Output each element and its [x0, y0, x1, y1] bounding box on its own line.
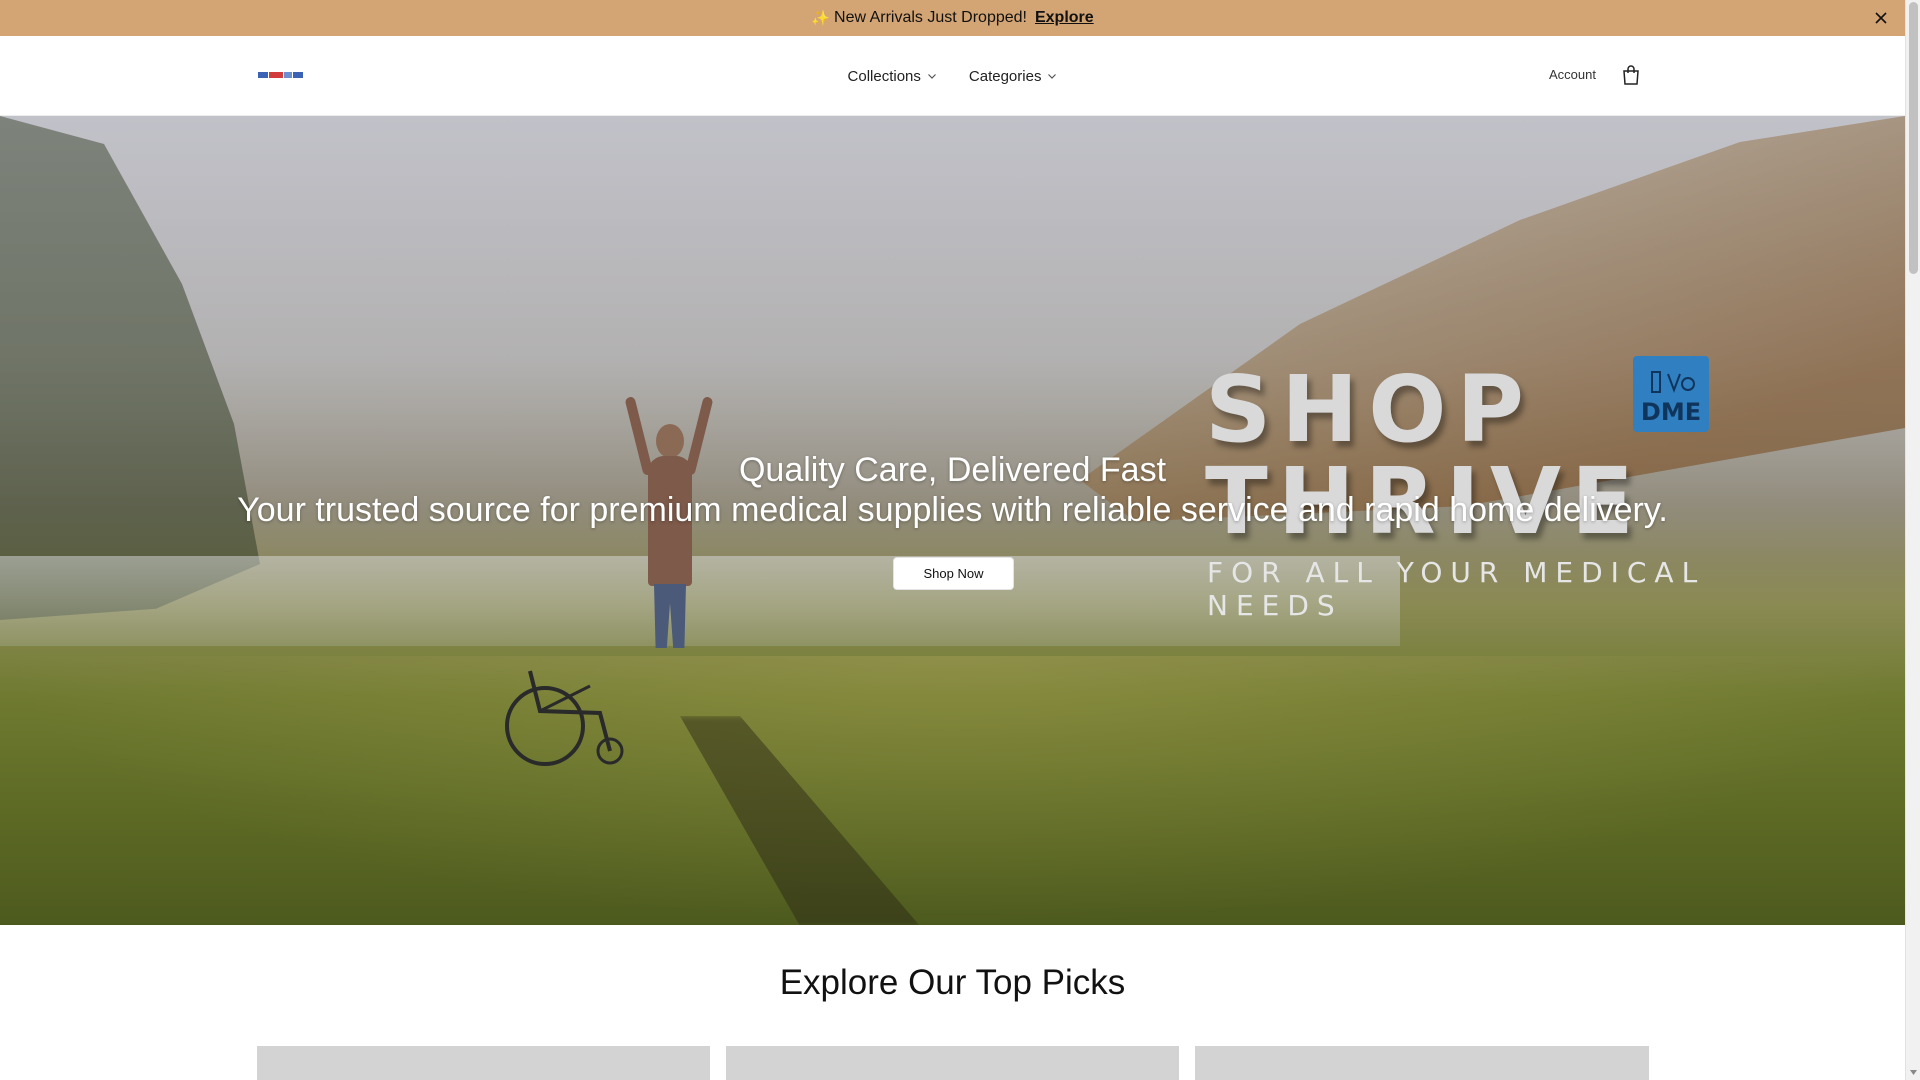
- site-logo[interactable]: [258, 69, 304, 81]
- hero-title: Quality Care, Delivered Fast: [738, 451, 1167, 489]
- dme-badge-label: DME: [1640, 398, 1702, 426]
- scroll-down-arrow-icon[interactable]: [1909, 1068, 1918, 1077]
- sparkle-icon: ✨: [811, 10, 831, 27]
- medical-equipment-icon: [1651, 371, 1695, 393]
- site-header: Collections Categories Account: [0, 36, 1905, 116]
- brand-tagline: FOR ALL YOUR MEDICAL NEEDS: [1207, 556, 1706, 622]
- nav-categories[interactable]: Categories: [969, 68, 1058, 85]
- product-card[interactable]: [1195, 1046, 1649, 1080]
- product-card[interactable]: [257, 1046, 710, 1080]
- shop-now-button[interactable]: Shop Now: [893, 557, 1014, 590]
- announcement-bar: ✨ New Arrivals Just Dropped! Explore: [0, 0, 1905, 36]
- nav-categories-label: Categories: [968, 67, 1042, 85]
- dme-badge: DME: [1633, 356, 1709, 432]
- product-card[interactable]: [726, 1046, 1179, 1080]
- section-title: Explore Our Top Picks: [779, 963, 1126, 1002]
- nav-collections[interactable]: Collections: [848, 68, 937, 85]
- shopping-bag-icon[interactable]: [1621, 64, 1641, 86]
- announcement-text: New Arrivals Just Dropped!: [834, 9, 1027, 26]
- close-icon[interactable]: [1871, 8, 1891, 28]
- hero-background-meadow: [0, 656, 1905, 925]
- nav-collections-label: Collections: [847, 67, 921, 85]
- hero-banner: SHOP DME THRIVE FOR ALL YOUR MEDICAL NEE…: [0, 116, 1905, 925]
- hero-subtitle: Your trusted source for premium medical …: [237, 491, 1668, 529]
- account-link[interactable]: Account: [1549, 67, 1596, 82]
- chevron-down-icon: [1047, 68, 1057, 85]
- scrollbar-thumb[interactable]: [1909, 2, 1918, 274]
- brand-shop-word: SHOP: [1205, 356, 1534, 463]
- chevron-down-icon: [927, 68, 937, 85]
- wheelchair-image: [505, 670, 624, 766]
- page-scrollbar[interactable]: [1905, 0, 1920, 1080]
- announcement-explore-link[interactable]: Explore: [1035, 9, 1094, 27]
